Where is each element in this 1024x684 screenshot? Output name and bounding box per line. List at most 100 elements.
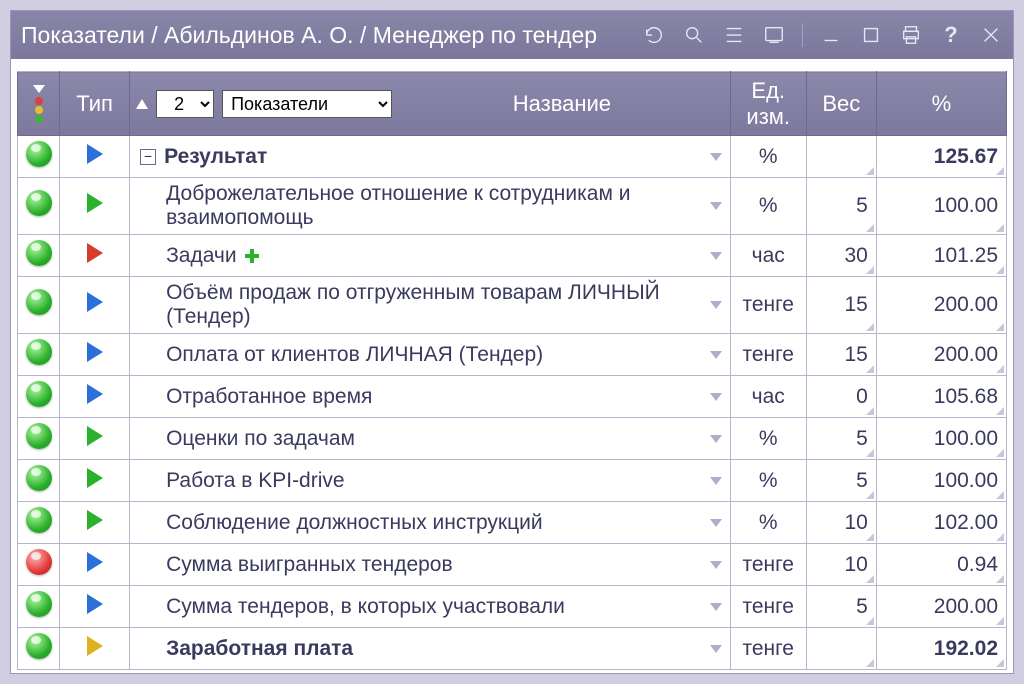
row-dropdown-icon[interactable] (710, 153, 722, 161)
percent-cell[interactable]: 125.67 (876, 136, 1006, 178)
unit-cell: тенге (730, 586, 806, 628)
table-row[interactable]: Объём продаж по отгруженным товарам ЛИЧН… (18, 277, 1007, 334)
percent-cell[interactable]: 100.00 (876, 178, 1006, 235)
name-cell[interactable]: Сумма тендеров, в которых участвовали (130, 586, 731, 628)
add-icon[interactable] (245, 249, 259, 263)
status-cell (18, 418, 60, 460)
status-green-icon (26, 633, 52, 659)
table-row[interactable]: Работа в KPI-drive%5100.00 (18, 460, 1007, 502)
percent-cell[interactable]: 100.00 (876, 460, 1006, 502)
name-cell[interactable]: Сумма выигранных тендеров (130, 544, 731, 586)
percent-cell[interactable]: 200.00 (876, 334, 1006, 376)
weight-cell[interactable]: 0 (806, 376, 876, 418)
percent-cell[interactable]: 105.68 (876, 376, 1006, 418)
row-dropdown-icon[interactable] (710, 252, 722, 260)
name-cell[interactable]: Оценки по задачам (130, 418, 731, 460)
tree-icon[interactable] (722, 23, 746, 47)
col-name-header[interactable]: 2 Показатели Название (130, 72, 731, 136)
weight-cell[interactable]: 5 (806, 418, 876, 460)
search-icon[interactable] (682, 23, 706, 47)
table-row[interactable]: Сумма тендеров, в которых участвовалитен… (18, 586, 1007, 628)
row-dropdown-icon[interactable] (710, 603, 722, 611)
weight-cell[interactable]: 5 (806, 178, 876, 235)
table-row[interactable]: −Результат%125.67 (18, 136, 1007, 178)
expand-toggle[interactable]: − (140, 149, 156, 165)
table-row[interactable]: Сумма выигранных тендеровтенге100.94 (18, 544, 1007, 586)
status-cell (18, 334, 60, 376)
csv-export-icon[interactable] (762, 23, 786, 47)
table-row[interactable]: Доброжелательное отношение к сотрудникам… (18, 178, 1007, 235)
col-type-header[interactable]: Тип (60, 72, 130, 136)
weight-cell[interactable]: 10 (806, 544, 876, 586)
table-row[interactable]: Соблюдение должностных инструкций%10102.… (18, 502, 1007, 544)
type-cell (60, 628, 130, 670)
status-cell (18, 628, 60, 670)
name-cell[interactable]: Соблюдение должностных инструкций (130, 502, 731, 544)
row-name-label: Результат (164, 145, 267, 169)
col-weight-header[interactable]: Вес (806, 72, 876, 136)
row-dropdown-icon[interactable] (710, 435, 722, 443)
col-status-header[interactable] (18, 72, 60, 136)
name-cell[interactable]: Задачи (130, 235, 731, 277)
weight-cell[interactable]: 15 (806, 334, 876, 376)
col-percent-header[interactable]: % (876, 72, 1006, 136)
percent-cell[interactable]: 101.25 (876, 235, 1006, 277)
percent-cell[interactable]: 200.00 (876, 277, 1006, 334)
weight-cell[interactable]: 5 (806, 460, 876, 502)
row-dropdown-icon[interactable] (710, 477, 722, 485)
weight-cell[interactable] (806, 628, 876, 670)
print-icon[interactable] (899, 23, 923, 47)
col-unit-header[interactable]: Ед. изм. (730, 72, 806, 136)
help-icon[interactable]: ? (939, 23, 963, 47)
row-dropdown-icon[interactable] (710, 301, 722, 309)
unit-cell: тенге (730, 334, 806, 376)
percent-cell[interactable]: 200.00 (876, 586, 1006, 628)
name-cell[interactable]: Оплата от клиентов ЛИЧНАЯ (Тендер) (130, 334, 731, 376)
row-name-label: Задачи (166, 244, 237, 268)
status-green-icon (26, 190, 52, 216)
table-row[interactable]: Оценки по задачам%5100.00 (18, 418, 1007, 460)
minimize-icon[interactable] (819, 23, 843, 47)
row-dropdown-icon[interactable] (710, 202, 722, 210)
divider (802, 23, 803, 47)
level-select[interactable]: 2 (156, 90, 214, 118)
unit-cell: % (730, 178, 806, 235)
close-icon[interactable] (979, 23, 1003, 47)
table-row[interactable]: Задачичас30101.25 (18, 235, 1007, 277)
weight-cell[interactable]: 15 (806, 277, 876, 334)
category-select[interactable]: Показатели (222, 90, 392, 118)
type-blue-icon (87, 384, 103, 404)
row-dropdown-icon[interactable] (710, 561, 722, 569)
row-dropdown-icon[interactable] (710, 519, 722, 527)
status-red-icon (26, 549, 52, 575)
weight-cell[interactable]: 10 (806, 502, 876, 544)
row-dropdown-icon[interactable] (710, 351, 722, 359)
name-cell[interactable]: Объём продаж по отгруженным товарам ЛИЧН… (130, 277, 731, 334)
type-blue-icon (87, 144, 103, 164)
row-dropdown-icon[interactable] (710, 393, 722, 401)
refresh-icon[interactable] (642, 23, 666, 47)
name-cell[interactable]: −Результат (130, 136, 731, 178)
status-cell (18, 235, 60, 277)
name-cell[interactable]: Отработанное время (130, 376, 731, 418)
percent-cell[interactable]: 192.02 (876, 628, 1006, 670)
percent-cell[interactable]: 0.94 (876, 544, 1006, 586)
weight-cell[interactable]: 30 (806, 235, 876, 277)
sort-asc-icon[interactable] (136, 99, 148, 109)
row-name-label: Объём продаж по отгруженным товарам ЛИЧН… (166, 281, 702, 329)
name-cell[interactable]: Заработная плата (130, 628, 731, 670)
weight-cell[interactable]: 5 (806, 586, 876, 628)
maximize-icon[interactable] (859, 23, 883, 47)
type-cell (60, 586, 130, 628)
percent-cell[interactable]: 100.00 (876, 418, 1006, 460)
percent-cell[interactable]: 102.00 (876, 502, 1006, 544)
name-cell[interactable]: Работа в KPI-drive (130, 460, 731, 502)
type-cell (60, 136, 130, 178)
table-row[interactable]: Оплата от клиентов ЛИЧНАЯ (Тендер)тенге1… (18, 334, 1007, 376)
type-cell (60, 178, 130, 235)
row-dropdown-icon[interactable] (710, 645, 722, 653)
weight-cell[interactable] (806, 136, 876, 178)
table-row[interactable]: Отработанное времячас0105.68 (18, 376, 1007, 418)
name-cell[interactable]: Доброжелательное отношение к сотрудникам… (130, 178, 731, 235)
table-row[interactable]: Заработная плататенге192.02 (18, 628, 1007, 670)
